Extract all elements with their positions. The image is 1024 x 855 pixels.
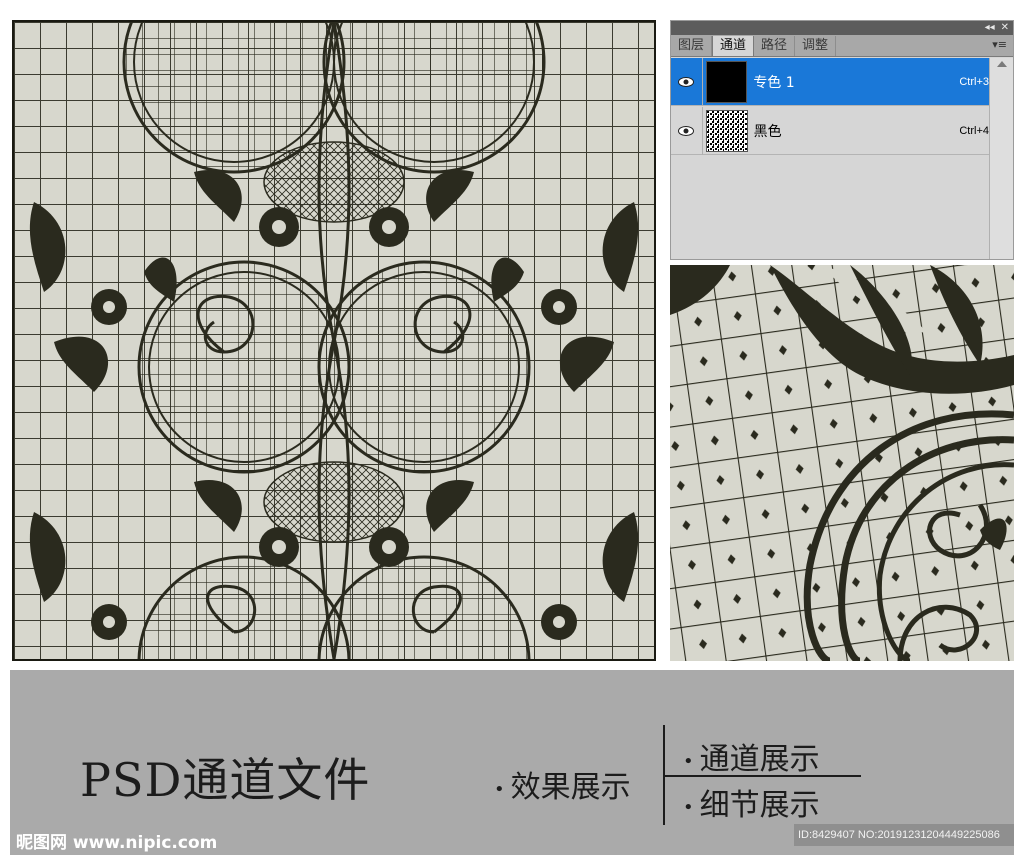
panel-titlebar: ◂◂ ✕: [671, 21, 1013, 35]
lace-pattern-artwork: [14, 22, 654, 659]
lace-pattern-preview: [12, 20, 656, 661]
detail-show-label: • 细节展示: [683, 780, 820, 824]
lace-detail-artwork: [670, 265, 1014, 661]
image-id-label: ID:8429407 NO:20191231204449225086: [794, 824, 1014, 846]
site-watermark: 昵图网 www.nipic.com: [16, 833, 218, 853]
channel-row-black[interactable]: 黑色 Ctrl+4: [671, 106, 989, 155]
detail-show-text: 细节展示: [699, 788, 820, 823]
bullet-dot: •: [683, 796, 694, 818]
tab-paths[interactable]: 路径: [754, 36, 796, 56]
channel-show-text: 通道展示: [699, 742, 820, 777]
visibility-eye-icon[interactable]: [671, 106, 703, 155]
tab-adjustments[interactable]: 调整: [795, 36, 837, 56]
tab-layers[interactable]: 图层: [671, 36, 713, 56]
channel-name: 黑色: [753, 123, 782, 140]
collapse-icon[interactable]: ◂◂: [985, 21, 995, 35]
scroll-up-arrow-icon[interactable]: [997, 61, 1007, 67]
panel-scrollbar[interactable]: [989, 58, 1013, 259]
channel-row-spot-1[interactable]: 专色 1 Ctrl+3: [671, 57, 989, 106]
visibility-eye-icon[interactable]: [671, 57, 703, 106]
channels-panel: ◂◂ ✕ 图层 通道 路径 调整 ▾≡ 专色 1 Ctrl+3 黑色 Ctrl+…: [670, 20, 1014, 260]
info-banner: PSD通道文件 • 效果展示 • 通道展示 • 细节展示 昵图网 www.nipic.…: [10, 670, 1014, 855]
lace-detail-preview: [670, 265, 1014, 661]
channel-show-label: • 通道展示: [683, 734, 820, 778]
tab-channels[interactable]: 通道: [712, 36, 755, 56]
panel-tab-bar: 图层 通道 路径 调整 ▾≡: [671, 35, 1013, 57]
panel-menu-icon[interactable]: ▾≡: [992, 38, 1007, 51]
banner-title: PSD通道文件: [80, 753, 371, 807]
close-icon[interactable]: ✕: [1001, 21, 1009, 35]
bullet-dot: •: [494, 778, 505, 800]
channel-name: 专色 1: [753, 74, 795, 91]
effect-label: • 效果展示: [494, 762, 631, 806]
channel-thumbnail: [705, 109, 748, 152]
bullet-dot: •: [683, 750, 694, 772]
channel-shortcut: Ctrl+3: [959, 75, 989, 88]
channel-shortcut: Ctrl+4: [959, 124, 989, 137]
channel-thumbnail: [705, 60, 748, 103]
effect-label-text: 效果展示: [510, 770, 631, 805]
